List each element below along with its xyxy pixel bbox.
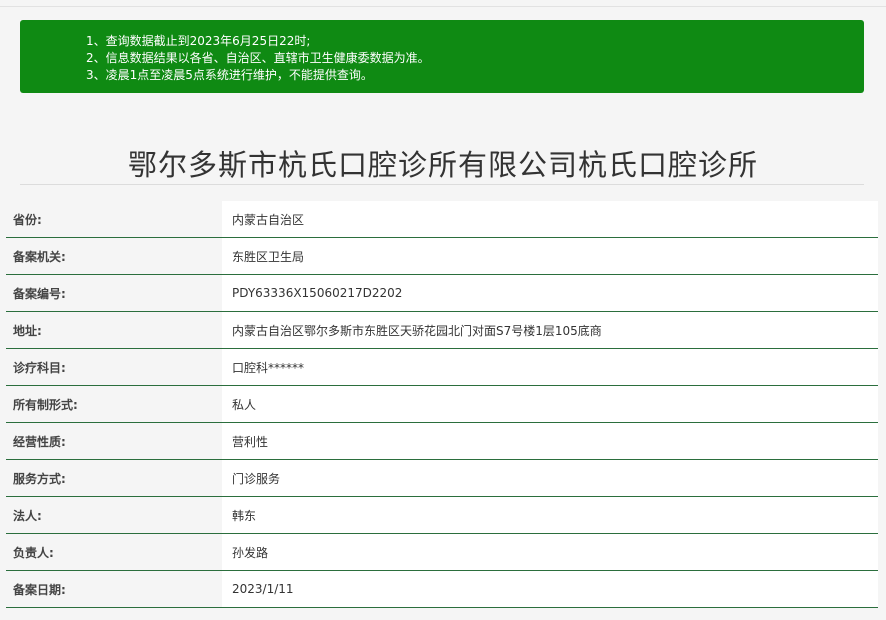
row-value: 营利性 <box>222 422 878 460</box>
table-row-business-nature: 经营性质: 营利性 <box>6 422 878 460</box>
row-label: 备案日期: <box>6 570 222 608</box>
row-label: 备案编号: <box>6 274 222 312</box>
table-row-legal-person: 法人: 韩东 <box>6 496 878 534</box>
notice-item: 2、信息数据结果以各省、自治区、直辖市卫生健康委数据为准。 <box>86 51 430 65</box>
row-value: 内蒙古自治区鄂尔多斯市东胜区天骄花园北门对面S7号楼1层105底商 <box>222 311 878 349</box>
row-value: PDY63336X15060217D2202 <box>222 274 878 312</box>
row-value: 门诊服务 <box>222 459 878 497</box>
page-title: 鄂尔多斯市杭氏口腔诊所有限公司杭氏口腔诊所 <box>127 148 758 183</box>
table-row-record-number: 备案编号: PDY63336X15060217D2202 <box>6 274 878 312</box>
table-row-principal: 负责人: 孙发路 <box>6 533 878 571</box>
notice-list: 1、查询数据截止到2023年6月25日22时; 2、信息数据结果以各省、自治区、… <box>20 33 864 84</box>
row-label: 所有制形式: <box>6 385 222 423</box>
table-row-service-mode: 服务方式: 门诊服务 <box>6 459 878 497</box>
row-value: 私人 <box>222 385 878 423</box>
row-label: 法人: <box>6 496 222 534</box>
row-label: 服务方式: <box>6 459 222 497</box>
table-row-authority: 备案机关: 东胜区卫生局 <box>6 237 878 275</box>
row-value: 东胜区卫生局 <box>222 237 878 275</box>
row-label: 负责人: <box>6 533 222 571</box>
table-row-departments: 诊疗科目: 口腔科****** <box>6 348 878 386</box>
top-divider <box>0 6 886 7</box>
row-label: 地址: <box>6 311 222 349</box>
row-value: 口腔科****** <box>222 348 878 386</box>
row-label: 经营性质: <box>6 422 222 460</box>
notice-item: 3、凌晨1点至凌晨5点系统进行维护，不能提供查询。 <box>86 68 373 82</box>
row-label: 备案机关: <box>6 237 222 275</box>
row-value: 孙发路 <box>222 533 878 571</box>
table-row-address: 地址: 内蒙古自治区鄂尔多斯市东胜区天骄花园北门对面S7号楼1层105底商 <box>6 311 878 349</box>
row-value: 2023/1/11 <box>222 570 878 608</box>
table-row-ownership: 所有制形式: 私人 <box>6 385 878 423</box>
table-row-province: 省份: 内蒙古自治区 <box>6 201 878 238</box>
record-table: 省份: 内蒙古自治区 备案机关: 东胜区卫生局 备案编号: PDY63336X1… <box>6 201 878 608</box>
row-label: 诊疗科目: <box>6 348 222 386</box>
title-divider <box>20 184 864 185</box>
notice-banner: 1、查询数据截止到2023年6月25日22时; 2、信息数据结果以各省、自治区、… <box>20 20 864 93</box>
row-label: 省份: <box>6 201 222 238</box>
row-value: 内蒙古自治区 <box>222 201 878 238</box>
notice-item: 1、查询数据截止到2023年6月25日22时; <box>86 34 311 48</box>
row-value: 韩东 <box>222 496 878 534</box>
table-row-record-date: 备案日期: 2023/1/11 <box>6 570 878 608</box>
